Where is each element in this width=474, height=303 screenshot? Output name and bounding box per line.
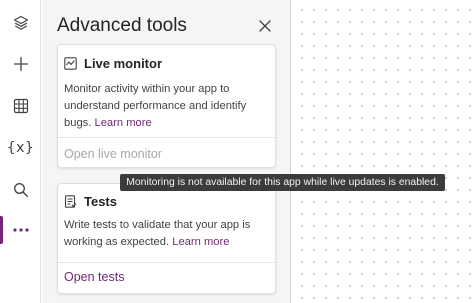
layers-icon [13, 15, 28, 30]
divider [58, 262, 275, 263]
tests-icon [64, 195, 77, 208]
live-monitor-card: Live monitor Monitor activity within you… [57, 44, 276, 168]
close-button[interactable] [256, 17, 274, 35]
live-monitor-icon [64, 57, 77, 70]
more-button[interactable] [0, 210, 41, 250]
panel-title: Advanced tools [57, 15, 187, 36]
tooltip: Monitoring is not available for this app… [120, 174, 445, 191]
app-canvas[interactable] [292, 0, 474, 303]
learn-more-link[interactable]: Learn more [94, 117, 151, 129]
more-icon [12, 228, 29, 232]
card-description: Write tests to validate that your app is… [64, 219, 251, 248]
card-header: Live monitor [64, 56, 162, 71]
close-icon [259, 20, 271, 32]
open-tests-button[interactable]: Open tests [64, 270, 124, 284]
open-live-monitor-button[interactable]: Open live monitor [64, 147, 162, 161]
advanced-tools-panel: Advanced tools Live monitor Monitor acti… [42, 0, 291, 303]
card-title: Live monitor [84, 56, 163, 71]
learn-more-link[interactable]: Learn more [172, 236, 229, 248]
card-title: Tests [84, 194, 117, 209]
tree-view-button[interactable] [0, 3, 41, 43]
tests-card: Tests Write tests to validate that your … [57, 183, 276, 294]
variables-button[interactable]: {x} [0, 128, 41, 168]
search-icon [13, 183, 28, 197]
insert-button[interactable] [0, 44, 41, 84]
divider [58, 137, 275, 138]
table-icon [13, 98, 28, 114]
data-button[interactable] [0, 86, 41, 126]
plus-icon [13, 56, 28, 72]
left-rail: {x} [0, 0, 41, 303]
card-header: Tests [64, 194, 117, 209]
card-description: Monitor activity within your app to unde… [64, 83, 247, 129]
variables-icon: {x} [6, 140, 35, 156]
search-button[interactable] [0, 170, 41, 210]
